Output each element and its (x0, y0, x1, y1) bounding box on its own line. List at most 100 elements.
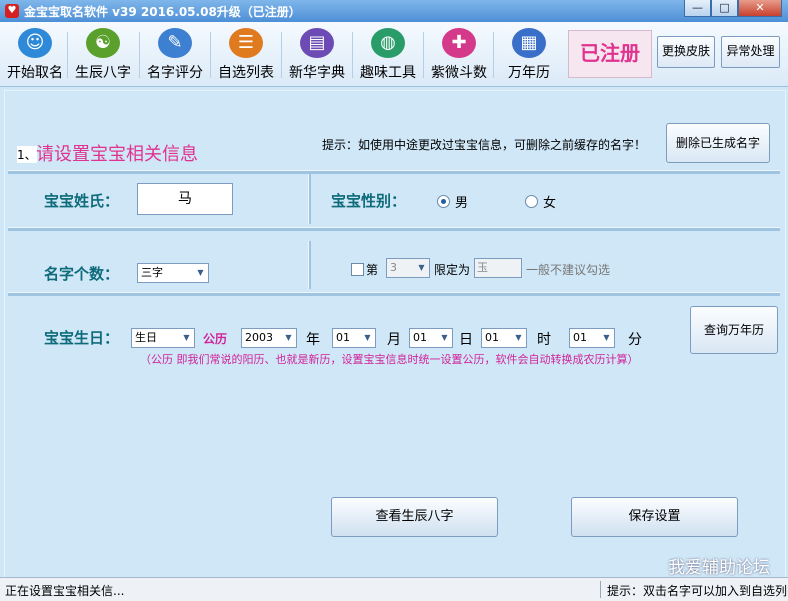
toolbar-item-1[interactable]: ☺ 开始取名 (0, 26, 70, 84)
calendar-note: （公历 即我们常说的阳历、也就是新历，设置宝宝信息时统一设置公历，软件会自动转换… (140, 353, 639, 366)
restrict-char-checkbox[interactable] (351, 263, 364, 276)
radio-selected-icon (437, 195, 450, 208)
view-bazi-button[interactable]: 查看生辰八字 (331, 497, 498, 537)
toolbar-item-5[interactable]: ▤ 新华字典 (282, 26, 352, 84)
toolbar-item-label: 趣味工具 (360, 65, 416, 81)
chevron-down-icon: ▼ (418, 263, 425, 272)
divider (8, 227, 780, 231)
toolbar-item-7[interactable]: ✚ 紫微斗数 (424, 26, 494, 84)
toolbar-item-label: 自选列表 (218, 65, 274, 81)
section-number: 1、 (17, 146, 37, 163)
close-button[interactable]: ✕ (738, 0, 782, 17)
chevron-down-icon: ▼ (285, 333, 292, 342)
toolbar-item-6[interactable]: ◍ 趣味工具 (353, 26, 423, 84)
save-settings-button[interactable]: 保存设置 (571, 497, 738, 537)
status-bar: 正在设置宝宝相关信... 提示：双击名字可以加入到自选列 (0, 577, 788, 601)
toolbar-item-label: 新华字典 (289, 65, 345, 81)
birth-type-value: 生日 (135, 331, 157, 344)
calendar-icon: ▦ (512, 28, 546, 58)
birth-hour-select[interactable]: 01 ▼ (481, 328, 527, 348)
birth-month-value: 01 (336, 331, 350, 344)
change-skin-button[interactable]: 更换皮肤 (657, 36, 715, 68)
birth-minute-select[interactable]: 01 ▼ (569, 328, 615, 348)
hour-unit: 时 (537, 332, 551, 348)
restrict-mid-label: 限定为 (434, 263, 471, 277)
restrict-prefix: 第 (366, 263, 379, 277)
gender-female-label: 女 (543, 196, 557, 211)
name-count-select[interactable]: 三字 ▼ (137, 263, 209, 283)
exception-handling-button[interactable]: 异常处理 (721, 36, 780, 68)
name-count-label: 名字个数： (44, 265, 120, 283)
chevron-down-icon: ▼ (441, 333, 448, 342)
registered-badge: 已注册 (568, 30, 652, 78)
app-heart-icon: ♥ (5, 4, 19, 18)
birth-year-value: 2003 (245, 331, 273, 344)
window-title: 金宝宝取名软件 v39 2016.05.08升级（已注册） (24, 5, 301, 19)
toolbar-item-label: 万年历 (508, 65, 550, 81)
toolbar-item-label: 紫微斗数 (431, 65, 487, 81)
restrict-char-value: 玉 (477, 261, 488, 274)
birth-month-select[interactable]: 01 ▼ (332, 328, 376, 348)
divider (308, 174, 311, 224)
birth-type-select[interactable]: 生日 ▼ (131, 328, 195, 348)
radio-unselected-icon (525, 195, 538, 208)
list-icon: ☰ (229, 28, 263, 58)
toolbar-separator (493, 32, 494, 78)
bagua-icon: ☯ (86, 28, 120, 58)
window-controls: — □ ✕ (684, 0, 782, 17)
birthday-label: 宝宝生日： (44, 329, 120, 347)
name-count-value: 三字 (141, 266, 163, 279)
toolbar-item-3[interactable]: ✎ 名字评分 (140, 26, 210, 84)
month-unit: 月 (387, 332, 401, 348)
chevron-down-icon: ▼ (197, 268, 204, 277)
gender-male-radio[interactable]: 男 (437, 192, 468, 211)
toolbar-separator (352, 32, 353, 78)
toolbar-separator (67, 32, 68, 78)
divider (8, 170, 780, 174)
birth-hour-value: 01 (485, 331, 499, 344)
chevron-down-icon: ▼ (364, 333, 371, 342)
watermark: 我爱辅助论坛 (668, 558, 770, 578)
restrict-position-select[interactable]: 3 ▼ (386, 258, 430, 278)
surname-input[interactable]: 马 (137, 183, 233, 215)
surname-label: 宝宝姓氏： (44, 192, 120, 210)
divider (8, 292, 780, 296)
chevron-down-icon: ▼ (515, 333, 522, 342)
delete-generated-names-button[interactable]: 删除已生成名字 (666, 123, 770, 163)
section-title: 请设置宝宝相关信息 (36, 144, 198, 165)
status-divider (600, 581, 601, 598)
divider (308, 241, 311, 289)
gender-female-radio[interactable]: 女 (525, 192, 556, 211)
status-hint: 提示：双击名字可以加入到自选列 (607, 584, 787, 598)
globe-icon: ◍ (371, 28, 405, 58)
toolbar-separator (139, 32, 140, 78)
toolbar-item-2[interactable]: ☯ 生辰八字 (68, 26, 138, 84)
day-unit: 日 (459, 332, 473, 348)
toolbar-separator (281, 32, 282, 78)
title-bar: ♥ 金宝宝取名软件 v39 2016.05.08升级（已注册） — □ ✕ (0, 0, 788, 22)
minimize-button[interactable]: — (684, 0, 711, 17)
gender-male-label: 男 (455, 196, 469, 211)
toolbar-item-label: 开始取名 (7, 65, 63, 81)
cache-hint: 提示：如使用中途更改过宝宝信息，可删除之前缓存的名字！ (322, 138, 647, 152)
restrict-suffix: 一般不建议勾选 (526, 263, 611, 277)
calendar-type-label: 公历 (203, 332, 228, 346)
toolbar-item-4[interactable]: ☰ 自选列表 (211, 26, 281, 84)
status-text: 正在设置宝宝相关信... (5, 584, 125, 598)
perpetual-calendar-button[interactable]: 查询万年历 (690, 306, 778, 354)
score-icon: ✎ (158, 28, 192, 58)
toolbar-separator (210, 32, 211, 78)
people-icon: ☺ (18, 28, 52, 58)
star-icon: ✚ (442, 28, 476, 58)
birth-minute-value: 01 (573, 331, 587, 344)
chevron-down-icon: ▼ (183, 333, 190, 342)
toolbar-item-label: 生辰八字 (75, 65, 131, 81)
restrict-char-input[interactable]: 玉 (474, 258, 522, 278)
birth-day-select[interactable]: 01 ▼ (409, 328, 453, 348)
maximize-button[interactable]: □ (711, 0, 738, 17)
year-unit: 年 (306, 332, 320, 348)
toolbar-item-8[interactable]: ▦ 万年历 (494, 26, 564, 84)
dictionary-icon: ▤ (300, 28, 334, 58)
birth-year-select[interactable]: 2003 ▼ (241, 328, 297, 348)
restrict-position-value: 3 (390, 261, 397, 274)
